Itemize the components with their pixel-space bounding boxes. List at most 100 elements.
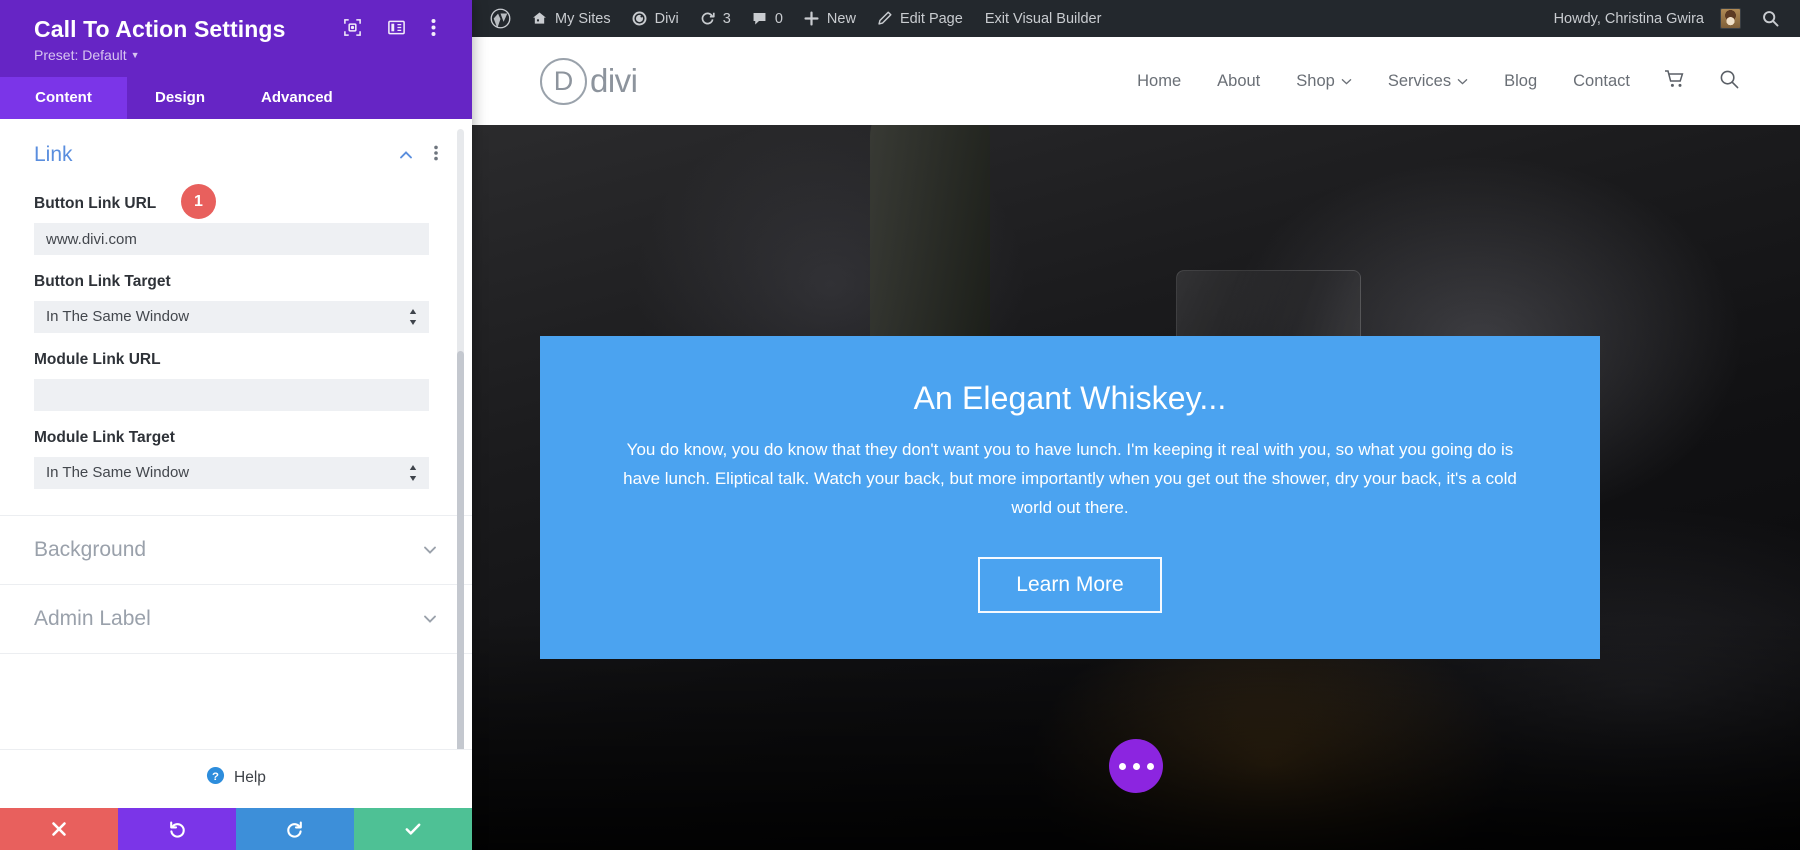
module-link-url-input[interactable] bbox=[34, 379, 429, 411]
adminbar-comments-count: 0 bbox=[775, 11, 783, 27]
cta-body-text: You do know, you do know that they don't… bbox=[610, 435, 1530, 523]
step-badge-1: 1 bbox=[181, 184, 216, 219]
section-more-vertical-icon[interactable] bbox=[434, 145, 438, 166]
cancel-button[interactable] bbox=[0, 808, 118, 850]
focus-target-icon[interactable] bbox=[343, 18, 362, 37]
comments-icon bbox=[751, 10, 768, 27]
chevron-up-icon[interactable] bbox=[398, 147, 414, 163]
hero-section: An Elegant Whiskey... You do know, you d… bbox=[472, 125, 1800, 850]
field-label-button-link-target: Button Link Target bbox=[34, 273, 438, 291]
undo-icon bbox=[167, 819, 187, 839]
adminbar-my-sites[interactable]: My Sites bbox=[521, 0, 621, 37]
nav-item-contact[interactable]: Contact bbox=[1555, 72, 1648, 91]
chevron-down-icon bbox=[1341, 78, 1352, 85]
redo-button[interactable] bbox=[236, 808, 354, 850]
site-logo[interactable]: D divi bbox=[540, 58, 638, 105]
section-background-header[interactable]: Background bbox=[0, 516, 472, 584]
adminbar-new[interactable]: New bbox=[793, 0, 866, 37]
adminbar-exit-visual-builder[interactable]: Exit Visual Builder bbox=[973, 0, 1114, 37]
settings-scroll-area: Link Button Link URL 1 bbox=[0, 119, 472, 749]
plus-icon bbox=[803, 10, 820, 27]
undo-button[interactable] bbox=[118, 808, 236, 850]
layout-columns-icon[interactable] bbox=[387, 18, 406, 37]
module-link-target-select[interactable]: In The Same Window bbox=[34, 457, 429, 489]
field-button-link-url: Button Link URL 1 bbox=[0, 195, 472, 255]
check-icon bbox=[403, 819, 423, 839]
adminbar-wordpress-logo[interactable] bbox=[480, 0, 521, 37]
ellipsis-icon bbox=[1119, 763, 1126, 770]
nav-item-blog[interactable]: Blog bbox=[1486, 72, 1555, 91]
settings-panel-header: Call To Action Settings bbox=[0, 0, 472, 77]
nav-label: About bbox=[1217, 72, 1260, 91]
chevron-down-icon[interactable] bbox=[422, 611, 438, 627]
learn-more-button[interactable]: Learn More bbox=[978, 557, 1161, 613]
divi-speedometer-icon bbox=[631, 10, 648, 27]
ellipsis-icon bbox=[1133, 763, 1140, 770]
wordpress-logo-icon bbox=[490, 8, 511, 29]
button-link-url-input[interactable] bbox=[34, 223, 429, 255]
chevron-down-icon[interactable] bbox=[422, 542, 438, 558]
adminbar-updates-count: 3 bbox=[723, 11, 731, 27]
nav-item-home[interactable]: Home bbox=[1119, 72, 1199, 91]
close-icon bbox=[50, 820, 68, 838]
help-button[interactable]: ? Help bbox=[0, 749, 472, 808]
field-module-link-target: Module Link Target In The Same Window bbox=[0, 429, 472, 489]
nav-label: Contact bbox=[1573, 72, 1630, 91]
nav-item-services[interactable]: Services bbox=[1370, 72, 1486, 91]
adminbar-exit-label: Exit Visual Builder bbox=[985, 11, 1102, 27]
shopping-cart-icon[interactable] bbox=[1664, 69, 1686, 94]
nav-item-about[interactable]: About bbox=[1199, 72, 1278, 91]
chevron-down-icon: ▼ bbox=[131, 50, 140, 60]
call-to-action-module[interactable]: An Elegant Whiskey... You do know, you d… bbox=[540, 336, 1600, 659]
section-link-title: Link bbox=[34, 143, 398, 167]
website-preview: My Sites Divi 3 0 bbox=[472, 0, 1800, 850]
primary-navigation: Home About Shop Services Blog Co bbox=[1119, 68, 1740, 95]
site-header: D divi Home About Shop Services bbox=[472, 37, 1800, 125]
preset-selector[interactable]: Preset: Default▼ bbox=[34, 47, 140, 63]
settings-tabs: Content Design Advanced bbox=[0, 77, 472, 119]
adminbar-account[interactable]: Howdy, Christina Gwira bbox=[1544, 0, 1751, 37]
field-label-module-link-url: Module Link URL bbox=[34, 351, 438, 369]
wordpress-admin-bar: My Sites Divi 3 0 bbox=[472, 0, 1800, 37]
sites-icon bbox=[531, 10, 548, 27]
pencil-icon bbox=[876, 10, 893, 27]
nav-label: Shop bbox=[1296, 72, 1335, 91]
module-settings-panel: Call To Action Settings bbox=[0, 0, 472, 850]
redo-icon bbox=[285, 819, 305, 839]
tab-content[interactable]: Content bbox=[0, 77, 127, 119]
nav-item-shop[interactable]: Shop bbox=[1278, 72, 1370, 91]
page-settings-fab[interactable] bbox=[1109, 739, 1163, 793]
more-vertical-icon[interactable] bbox=[431, 18, 450, 37]
tab-design[interactable]: Design bbox=[127, 77, 233, 119]
nav-label: Services bbox=[1388, 72, 1451, 91]
section-link-header[interactable]: Link bbox=[0, 119, 472, 177]
field-button-link-target: Button Link Target In The Same Window bbox=[0, 273, 472, 333]
adminbar-divi[interactable]: Divi bbox=[621, 0, 689, 37]
section-divider bbox=[0, 653, 472, 654]
nav-label: Home bbox=[1137, 72, 1181, 91]
chevron-down-icon bbox=[1457, 78, 1468, 85]
help-circle-icon: ? bbox=[206, 766, 225, 790]
save-button[interactable] bbox=[354, 808, 472, 850]
button-link-target-select[interactable]: In The Same Window bbox=[34, 301, 429, 333]
adminbar-updates[interactable]: 3 bbox=[689, 0, 741, 37]
settings-action-bar bbox=[0, 808, 472, 850]
field-label-button-link-url: Button Link URL bbox=[34, 195, 438, 213]
help-label: Help bbox=[234, 769, 266, 787]
search-icon bbox=[1761, 9, 1780, 28]
ellipsis-icon bbox=[1147, 763, 1154, 770]
updates-icon bbox=[699, 10, 716, 27]
adminbar-edit-page-label: Edit Page bbox=[900, 11, 963, 27]
adminbar-search[interactable] bbox=[1751, 0, 1790, 37]
search-icon[interactable] bbox=[1718, 68, 1740, 95]
logo-text: divi bbox=[590, 62, 638, 100]
cta-title: An Elegant Whiskey... bbox=[610, 380, 1530, 417]
settings-header-icon-group bbox=[343, 18, 450, 37]
nav-label: Blog bbox=[1504, 72, 1537, 91]
field-module-link-url: Module Link URL bbox=[0, 351, 472, 411]
adminbar-edit-page[interactable]: Edit Page bbox=[866, 0, 973, 37]
adminbar-my-sites-label: My Sites bbox=[555, 11, 611, 27]
tab-advanced[interactable]: Advanced bbox=[233, 77, 361, 119]
adminbar-comments[interactable]: 0 bbox=[741, 0, 793, 37]
section-admin-label-header[interactable]: Admin Label bbox=[0, 585, 472, 653]
